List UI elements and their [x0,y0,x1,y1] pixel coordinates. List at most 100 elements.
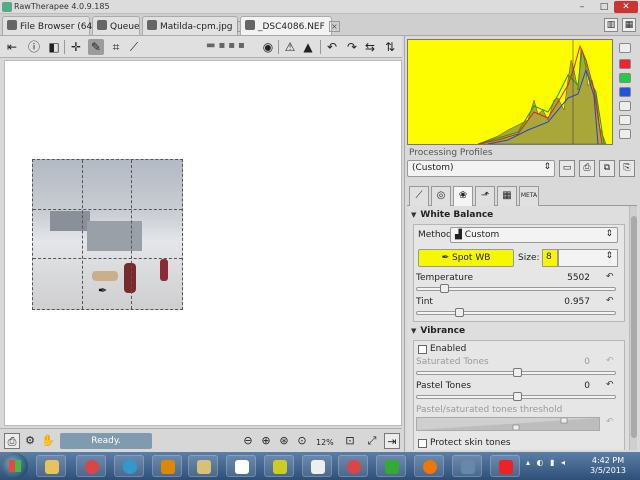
chevron-updown-icon: ⇕ [543,162,551,172]
new-detail-window-icon[interactable]: ⊡ [342,433,358,449]
rotate-right-icon[interactable]: ↷ [344,39,360,55]
straighten-icon[interactable]: ⟋ [126,39,142,55]
temperature-slider[interactable] [416,284,616,293]
tint-slider[interactable] [416,308,616,317]
tint-slider-knob[interactable] [455,308,464,317]
panel-toggle-icon[interactable]: ▥ [604,18,618,32]
save-profile-icon[interactable]: ⎙ [579,160,595,177]
luminance-toggle[interactable] [619,101,631,111]
edit-external-icon[interactable]: ✋ [40,433,56,449]
tab-metadata[interactable]: META [519,186,539,206]
spot-size-value[interactable]: 8 [542,249,558,267]
processing-profile-value: (Custom) [412,163,454,173]
folder-taskbar-icon[interactable] [188,455,218,477]
saturated-tones-slider[interactable] [416,368,616,377]
green-channel-toggle[interactable] [619,73,631,83]
tint-value[interactable]: 0.957 [550,297,590,307]
start-button[interactable] [2,453,28,479]
close-button[interactable]: ✕ [614,1,638,13]
saturated-slider-knob[interactable] [513,368,522,377]
app-n-taskbar-icon[interactable] [226,455,256,477]
chrome2-taskbar-icon[interactable] [338,455,368,477]
tab-exposure[interactable]: ⟋ [409,186,429,206]
tab-raw[interactable]: ▦ [497,186,517,206]
close-tab-icon[interactable]: × [328,21,340,32]
pastel-slider-knob[interactable] [513,392,522,401]
chrome-taskbar-icon[interactable] [76,455,106,477]
reset-threshold-icon[interactable]: ↶ [606,417,614,427]
copy-profile-icon[interactable]: ⧉ [599,160,615,177]
terminal-taskbar-icon[interactable] [376,455,406,477]
zoom-100-icon[interactable]: ⊛ [276,433,292,449]
highlight-clip-warning-icon[interactable]: ▲ [300,39,316,55]
raw-histogram-toggle[interactable] [619,129,631,139]
tab-color[interactable]: ❀ [453,186,473,206]
pastel-tones-slider[interactable] [416,392,616,401]
vibrance-enabled-checkbox[interactable] [418,345,427,354]
before-after-icon[interactable]: ◧ [46,39,62,55]
preview-channel-icons[interactable]: ▬▪▪▪ [206,40,246,54]
flip-vertical-icon[interactable]: ⇅ [382,39,398,55]
reset-pastel-icon[interactable]: ↶ [606,380,614,390]
info-icon[interactable]: ⓘ [26,39,42,55]
wb-picker-icon[interactable]: ✎ [88,39,104,55]
zoom-fit-icon[interactable]: ⊙ [294,433,310,449]
maximize-button[interactable]: □ [594,1,614,13]
tab-matilda[interactable]: Matilda-cpm.jpg× [142,16,248,35]
wb-method-select[interactable]: ▟ Custom ⇕ [450,227,618,243]
reset-saturated-icon[interactable]: ↶ [606,356,614,366]
chroma-toggle[interactable] [619,115,631,125]
tool-panel-scrollbar[interactable] [629,206,637,450]
tools-taskbar-icon[interactable] [452,455,482,477]
minimize-button[interactable]: – [572,1,592,13]
reset-temperature-icon[interactable]: ↶ [606,272,614,282]
flip-horizontal-icon[interactable]: ⇆ [362,39,378,55]
system-tray-icons[interactable]: ▴ ◐ ▮ ◂ [526,458,567,467]
queue-image-icon[interactable]: ⚙ [22,433,38,449]
protect-skin-checkbox[interactable] [418,439,427,448]
zoom-out-icon[interactable]: ⊖ [240,433,256,449]
crop-icon[interactable]: ⌗ [108,39,124,55]
tab-transform[interactable]: ⬏ [475,186,495,206]
firefox-taskbar-icon[interactable] [414,455,444,477]
pipette-cursor-icon: ✒ [98,284,108,297]
rotate-left-icon[interactable]: ↶ [324,39,340,55]
tab-details[interactable]: ◎ [431,186,451,206]
scrollbar-thumb[interactable] [631,216,637,438]
rawtherapee-taskbar-icon[interactable] [264,455,294,477]
tab-queue[interactable]: Queue [92,16,140,35]
vibrance-header[interactable]: ▼ Vibrance [411,326,465,336]
hand-tool-icon[interactable]: ✛ [68,39,84,55]
load-profile-icon[interactable]: ▭ [559,160,575,177]
ie-taskbar-icon[interactable] [114,455,144,477]
temperature-value[interactable]: 5502 [550,273,590,283]
reset-tint-icon[interactable]: ↶ [606,296,614,306]
explorer-taskbar-icon[interactable] [36,455,66,477]
red-channel-toggle[interactable] [619,59,631,69]
blue-channel-toggle[interactable] [619,87,631,97]
pastel-tones-value[interactable]: 0 [550,381,590,391]
focus-mask-icon[interactable]: ◉ [260,39,276,55]
saturated-tones-value[interactable]: 0 [550,357,590,367]
layout-icon[interactable]: ▦ [622,18,636,32]
tab-dsc4086[interactable]: _DSC4086.NEF × [240,16,340,35]
fullscreen-icon[interactable]: ⤢ [364,433,380,449]
white-balance-header[interactable]: ▼ White Balance [411,210,493,220]
media-taskbar-icon[interactable] [152,455,182,477]
paint-taskbar-icon[interactable] [490,455,520,477]
histogram-mode-icon[interactable] [619,43,631,53]
paste-profile-icon[interactable]: ⎘ [619,160,635,177]
threshold-curve[interactable] [416,417,600,431]
hide-right-panel-icon[interactable]: ⇥ [384,433,400,449]
spot-size-select[interactable]: ⇕ [558,249,618,267]
processing-profile-select[interactable]: (Custom) ⇕ [407,160,555,177]
spot-wb-button[interactable]: ✒ Spot WB [418,249,514,267]
notes-taskbar-icon[interactable] [302,455,332,477]
zoom-in-icon[interactable]: ⊕ [258,433,274,449]
tab-file-browser[interactable]: File Browser (64) [2,16,96,35]
shadow-clip-warning-icon[interactable]: ⚠ [282,39,298,55]
save-image-icon[interactable]: ⎙ [4,433,20,449]
taskbar-clock[interactable]: 4:42 PM 3/5/2013 [588,456,628,476]
hide-left-panel-icon[interactable]: ⇤ [4,39,20,55]
temperature-slider-knob[interactable] [440,284,449,293]
